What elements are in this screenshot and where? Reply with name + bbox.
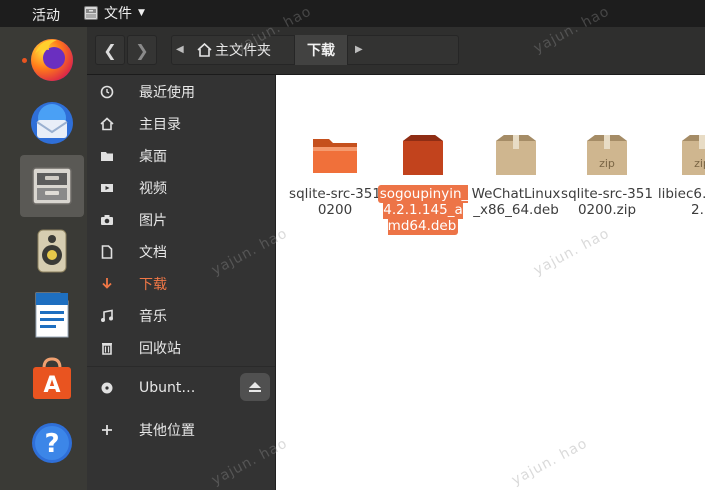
crumb-right-arrow-icon[interactable]: ▶: [355, 44, 363, 55]
breadcrumb-current[interactable]: 下载: [294, 35, 348, 65]
file-cabinet-icon: [32, 167, 72, 205]
home-icon: [197, 43, 212, 57]
forward-button[interactable]: ❯: [127, 35, 157, 65]
sidebar-item-label: 视频: [139, 181, 167, 197]
sidebar-item-videos[interactable]: 视频: [87, 173, 275, 203]
plus-icon: [99, 422, 115, 438]
svg-text:zip: zip: [599, 157, 615, 170]
sidebar-item-label: 文档: [139, 245, 167, 261]
firefox-icon: [31, 39, 73, 81]
header-bar: ❮ ❯ ◀ 主文件夹 下载 ▶: [87, 27, 705, 75]
speaker-icon: [37, 229, 67, 273]
file-name: sqlite-src-3510200: [289, 186, 381, 218]
file-name: sogoupinyin_4.2.1.145_amd64.deb: [377, 185, 469, 235]
zip-archive-icon: zip: [676, 133, 705, 179]
sidebar-item-home[interactable]: 主目录: [87, 109, 275, 139]
breadcrumb-home-label: 主文件夹: [215, 43, 271, 59]
dock: A ?: [0, 27, 87, 490]
zip-archive-icon: zip: [581, 133, 633, 179]
dock-thunderbird[interactable]: [20, 91, 84, 155]
sidebar-item-music[interactable]: 音乐: [87, 301, 275, 331]
disc-icon: [99, 380, 115, 396]
sidebar-item-label: Ubunt…: [139, 380, 196, 396]
sidebar-item-label: 其他位置: [139, 423, 195, 439]
folder-icon: [309, 133, 361, 179]
sidebar-divider: [87, 366, 275, 367]
svg-text:A: A: [43, 373, 60, 398]
eject-icon: [249, 382, 261, 392]
file-name: WeChatLinux_x86_64.deb: [471, 186, 561, 218]
sidebar-item-trash[interactable]: 回收站: [87, 333, 275, 363]
sidebar-item-pictures[interactable]: 图片: [87, 205, 275, 235]
home-icon: [99, 116, 115, 132]
sidebar-item-documents[interactable]: 文档: [87, 237, 275, 267]
file-name: sqlite-src-3510200.zip: [561, 186, 653, 218]
music-icon: [99, 308, 115, 324]
back-arrow-icon: ❮: [103, 40, 117, 60]
crumb-left-arrow-icon[interactable]: ◀: [176, 44, 184, 55]
app-menu-label: 文件: [104, 6, 132, 22]
dock-help[interactable]: ?: [20, 411, 84, 475]
sidebar-item-other-locations[interactable]: 其他位置: [87, 415, 275, 445]
file-cabinet-icon: [84, 6, 98, 20]
sidebar-item-label: 最近使用: [139, 85, 195, 101]
dock-files[interactable]: [20, 155, 84, 217]
dock-writer[interactable]: [20, 283, 84, 347]
file-name: libiec6…-1.6.2…: [657, 186, 705, 218]
sidebar-item-label: 主目录: [139, 117, 181, 133]
sidebar-item-downloads[interactable]: 下载: [87, 269, 275, 299]
document-writer-icon: [35, 292, 69, 338]
top-bar: 活动 文件 ▼: [0, 0, 705, 27]
app-menu[interactable]: 文件 ▼: [84, 3, 145, 23]
file-view[interactable]: sqlite-src-3510200 sogoupinyin_4.2.1.145…: [276, 75, 705, 490]
dock-firefox[interactable]: [20, 27, 84, 91]
deb-package-icon: [397, 133, 449, 179]
activities-button[interactable]: 活动: [32, 5, 60, 25]
back-button[interactable]: ❮: [95, 35, 125, 65]
help-icon: ?: [32, 423, 72, 463]
eject-button[interactable]: [240, 373, 270, 401]
document-icon: [99, 244, 115, 260]
sidebar-item-label: 回收站: [139, 341, 181, 357]
svg-text:?: ?: [44, 429, 59, 459]
svg-text:zip: zip: [694, 157, 705, 170]
thunderbird-icon: [31, 102, 73, 144]
dock-software[interactable]: A: [20, 347, 84, 411]
sidebar-item-desktop[interactable]: 桌面: [87, 141, 275, 171]
camera-icon: [99, 212, 115, 228]
shopping-bag-icon: A: [33, 357, 71, 399]
video-icon: [99, 180, 115, 196]
sidebar-item-label: 下载: [139, 277, 167, 293]
package-icon: [490, 133, 542, 179]
forward-arrow-icon: ❯: [135, 40, 149, 60]
sidebar: 最近使用 主目录 桌面 视频 图片 文档 下载 音乐 回收站 Ubunt… 其他…: [87, 75, 275, 490]
sidebar-item-label: 桌面: [139, 149, 167, 165]
clock-icon: [99, 84, 115, 100]
dock-rhythmbox[interactable]: [20, 219, 84, 283]
caret-down-icon: ▼: [138, 8, 145, 18]
sidebar-item-label: 音乐: [139, 309, 167, 325]
trash-icon: [99, 340, 115, 356]
folder-icon: [99, 148, 115, 164]
sidebar-item-recent[interactable]: 最近使用: [87, 77, 275, 107]
download-icon: [99, 276, 115, 292]
breadcrumb-home[interactable]: 主文件夹: [197, 35, 271, 65]
sidebar-item-label: 图片: [139, 213, 167, 229]
